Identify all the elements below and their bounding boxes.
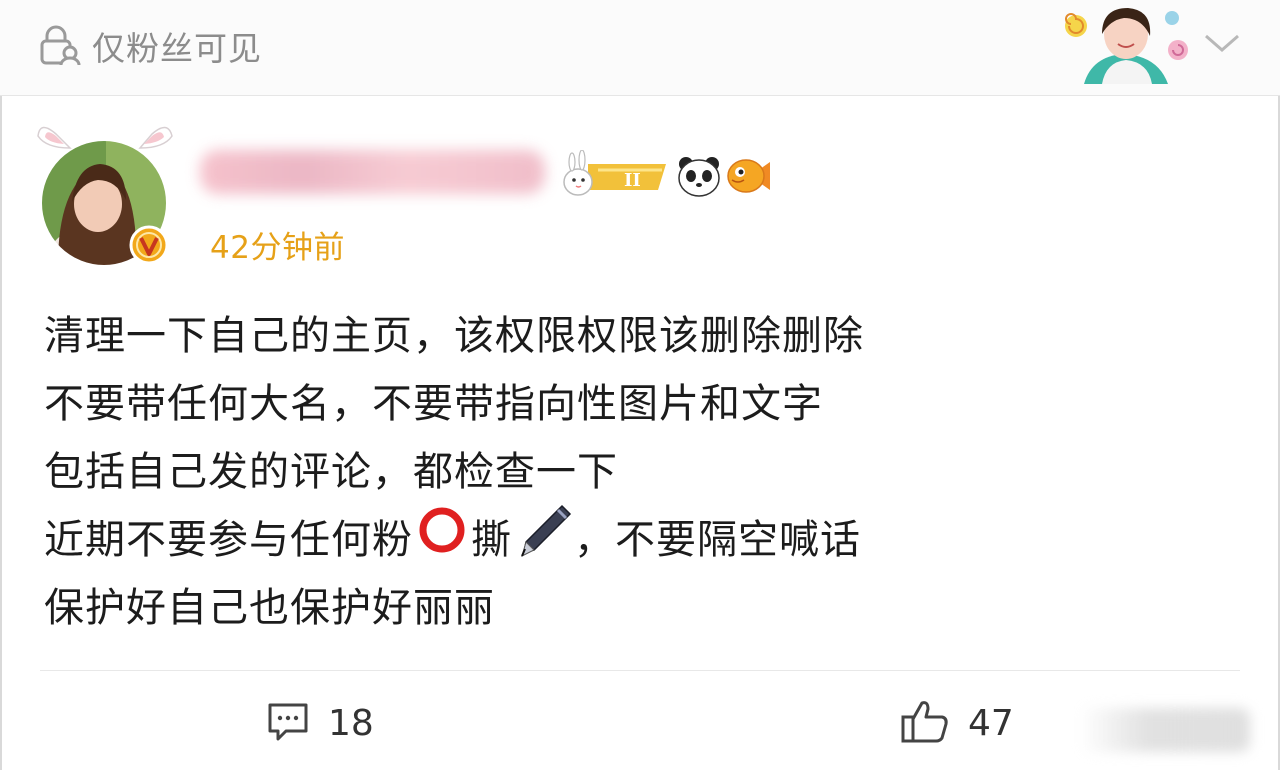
post-line: 保护好自己也保护好丽丽: [44, 574, 1224, 642]
post-timestamp: 42分钟前: [210, 230, 345, 266]
author-avatar[interactable]: [36, 114, 176, 270]
post-text: 不要带任何大名，不要带指向性图片和文字: [44, 381, 823, 427]
screen-edge-left: [0, 0, 2, 770]
like-button[interactable]: 47: [900, 695, 1014, 751]
lock-user-icon: [38, 25, 82, 67]
post-line: 不要带任何大名，不要带指向性图片和文字: [44, 370, 1224, 438]
post-line: 清理一下自己的主页，该权限权限该删除删除: [44, 302, 1224, 370]
post-text: 撕: [471, 517, 512, 563]
fish-badge-icon: [727, 159, 770, 193]
post-text: 清理一下自己的主页，该权限权限该删除删除: [44, 313, 864, 359]
post-line: 包括自己发的评论，都检查一下: [44, 438, 1224, 506]
comment-count: 18: [328, 702, 374, 744]
post-text: 近期不要参与任何粉: [44, 517, 413, 563]
post-header: 仅粉丝可见: [0, 0, 1280, 96]
comment-button[interactable]: 18: [266, 695, 374, 751]
comment-icon: [266, 699, 310, 747]
header-avatar[interactable]: [1062, 4, 1190, 88]
svg-text:II: II: [624, 170, 641, 191]
post-text: 保护好自己也保护好丽丽: [44, 585, 495, 631]
watermark: [1080, 708, 1250, 752]
post-text: ，不要隔空喊话: [574, 517, 861, 563]
post-text: 包括自己发的评论，都检查一下: [44, 449, 618, 495]
author-username-blurred[interactable]: [200, 150, 545, 194]
verified-v-badge-icon: [129, 225, 169, 265]
pen-emoji-icon: [512, 502, 574, 579]
thumbs-up-icon: [900, 697, 950, 749]
rabbit-level-badge-icon: II: [563, 149, 666, 196]
chevron-down-icon[interactable]: [1200, 28, 1244, 58]
divider: [40, 670, 1240, 671]
red-circle-emoji-icon: [413, 505, 471, 576]
author-badges[interactable]: II: [558, 149, 778, 202]
visibility-label: 仅粉丝可见: [92, 29, 262, 68]
post-body: 清理一下自己的主页，该权限权限该删除删除 不要带任何大名，不要带指向性图片和文字…: [44, 302, 1224, 642]
panda-badge-icon: [678, 157, 720, 197]
visibility-indicator[interactable]: 仅粉丝可见: [38, 22, 262, 70]
post-line: 近期不要参与任何粉 撕 ，不要隔空喊话: [44, 504, 1224, 576]
like-count: 47: [968, 702, 1014, 744]
